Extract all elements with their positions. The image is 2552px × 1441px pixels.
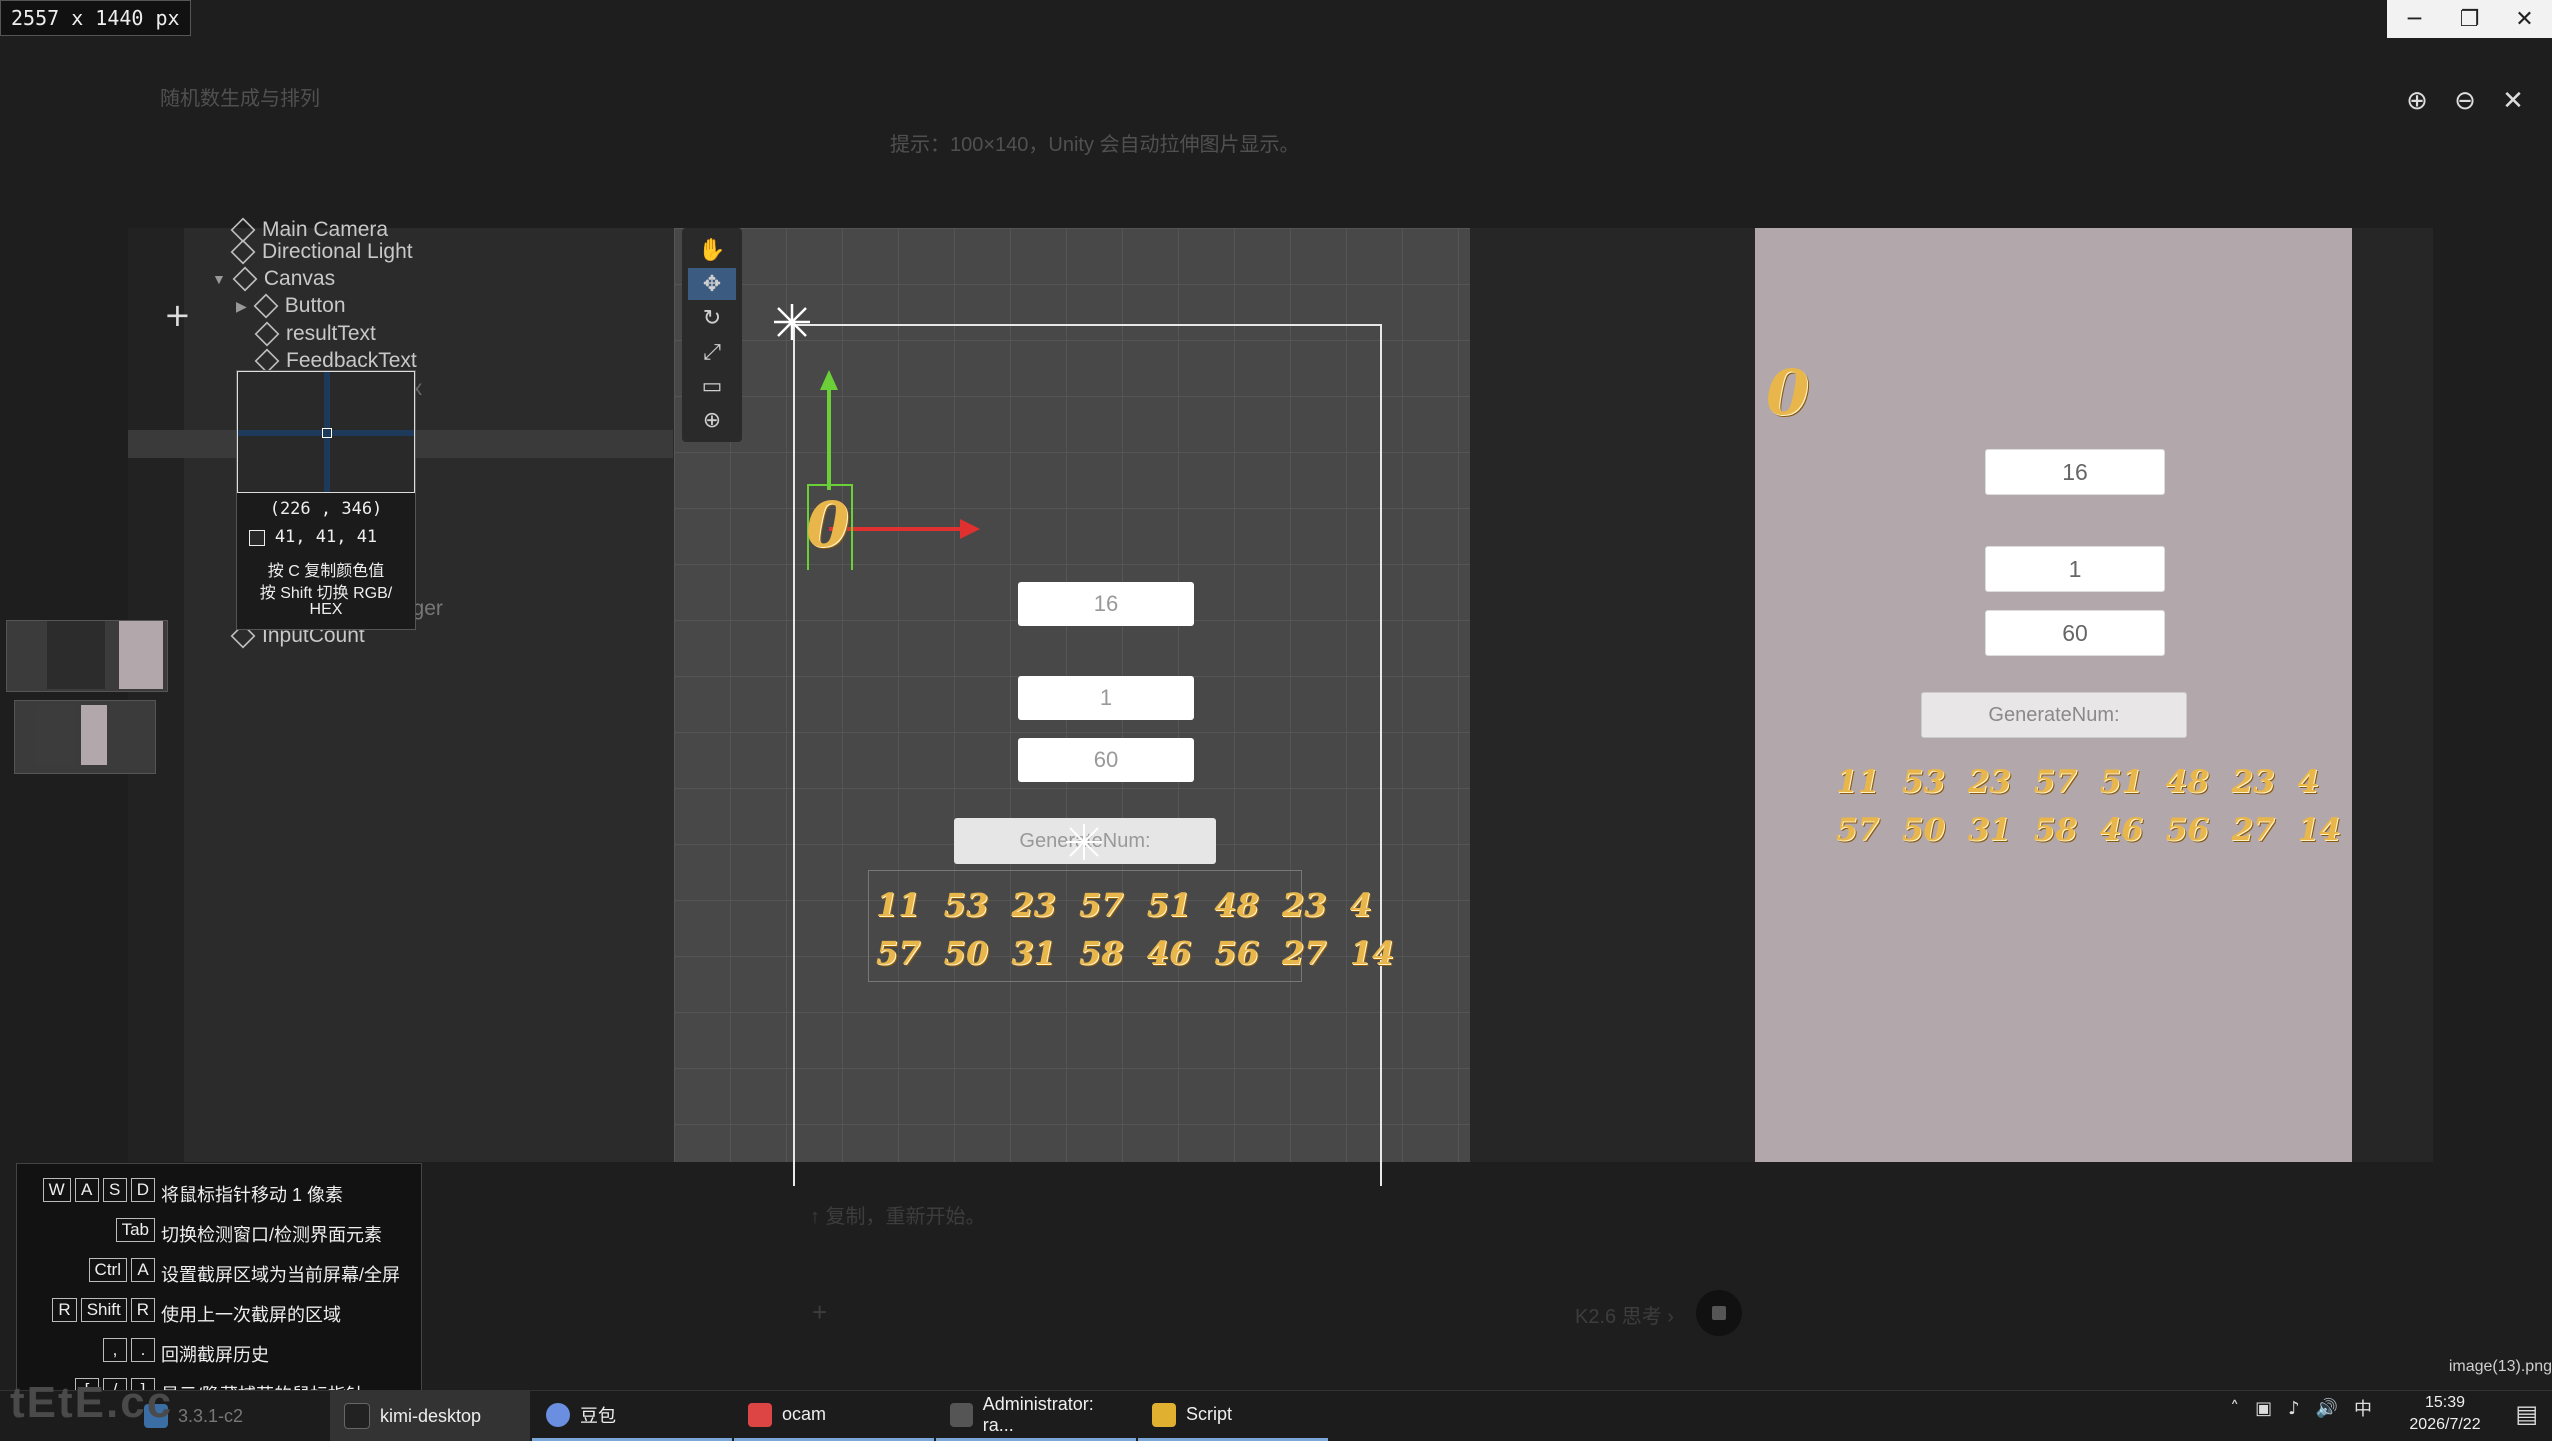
viewer-title: 随机数生成与排列 [160,88,320,110]
crosshair-cursor-icon: + [164,296,191,334]
viewer-subtitle: 提示：100×140，Unity 会自动拉伸图片显示。 [890,134,1300,156]
taskbar-item[interactable]: kimi-desktop [330,1391,530,1441]
zoom-in-icon[interactable]: ⊕ [2400,84,2434,118]
scene-input-field[interactable]: 1 [1018,676,1194,720]
collapse-arrow-icon[interactable]: ▶ [236,298,247,315]
hierarchy-item[interactable]: ▶ Button [236,293,346,319]
faded-chat-text: ↑ 复制，重新开始。 [810,1206,986,1228]
image-filename: image(13).png [2448,1358,2552,1375]
history-thumbnail[interactable] [14,700,156,774]
magnifier-hint-copy: 按 C 复制颜色值 [267,563,385,580]
microphone-icon[interactable]: ♪ [2288,1398,2300,1419]
magnifier-coordinates: (226 , 346) [269,499,383,519]
shortcut-row: ,. 回溯截屏历史 [17,1336,421,1366]
input-method-icon[interactable]: 中 [2354,1395,2372,1421]
taskbar-item[interactable]: Script [1138,1391,1328,1441]
game-input-field[interactable]: 16 [1985,449,2165,495]
transform-tool-icon[interactable]: ⊕ [688,404,736,436]
button-anchor-icon [1066,824,1102,860]
tray-app-icon[interactable]: ▣ [2255,1398,2272,1419]
expand-arrow-icon[interactable]: ▼ [212,271,226,287]
move-tool-icon[interactable]: ✥ [688,268,736,300]
rect-tool-icon[interactable]: ▭ [688,370,736,402]
hierarchy-item[interactable]: Main Camera [230,217,388,243]
taskbar-item[interactable]: Administrator: ra... [936,1391,1136,1441]
anchor-gizmo-icon[interactable] [770,300,814,344]
scene-toolbar: ✋ ✥ ↻ ⤢ ▭ ⊕ [682,228,742,442]
add-icon[interactable]: + [812,1297,827,1328]
hierarchy-panel [128,228,729,1162]
taskbar-clock[interactable]: 15:39 2026/7/22 [2390,1392,2500,1436]
game-result-row: 11 53 23 57 51 48 23 4 [1836,764,2320,800]
hierarchy-item[interactable]: ▼ Canvas [212,266,335,292]
gameobject-icon [254,321,280,347]
zoom-out-icon[interactable]: ⊖ [2448,84,2482,118]
magnifier-hint-switch: 按 Shift 切换 RGB/ [259,585,393,602]
scene-input-field[interactable]: 60 [1018,738,1194,782]
hierarchy-item[interactable]: Directional Light [230,239,413,265]
magnifier-view [237,371,415,493]
notification-icon[interactable]: ▤ [2515,1400,2538,1428]
window-controls: ─ ❐ ✕ [2387,0,2552,38]
magnifier-hint-hex: HEX [309,601,343,618]
rotate-tool-icon[interactable]: ↻ [688,302,736,334]
history-thumbnail[interactable] [6,620,168,692]
viewer-close-icon[interactable]: ✕ [2496,84,2530,118]
game-generate-button[interactable]: GenerateNum: [1921,692,2187,738]
color-picker-magnifier: (226 , 346) 41, 41, 41 按 C 复制颜色值 按 Shift… [236,370,416,630]
gameobject-icon [253,293,279,319]
model-selector[interactable]: K2.6 思考 › [1575,1300,1674,1329]
shortcut-help-panel: WASD 将鼠标指针移动 1 像素 Tab 切换检测窗口/检测界面元素 Ctrl… [16,1163,422,1405]
screen-size-badge: 2557 x 1440 px [0,0,191,36]
digit-display: 0 [806,488,850,561]
taskbar-item[interactable]: ocam [734,1391,934,1441]
game-input-field[interactable]: 1 [1985,546,2165,592]
game-result-row: 57 50 31 58 46 56 27 14 [1836,812,2341,848]
hand-tool-icon[interactable]: ✋ [688,234,736,266]
shortcut-row: Tab 切换检测窗口/检测界面元素 [17,1216,421,1246]
watermark-logo: tEtE.cc [10,1378,174,1427]
scene-result-row: 11 53 23 57 51 48 23 4 [876,886,1372,924]
scale-tool-icon[interactable]: ⤢ [688,336,736,368]
stop-button[interactable] [1696,1290,1742,1336]
gameobject-icon [230,239,256,265]
restore-icon[interactable]: ❐ [2442,0,2497,38]
taskbar-item[interactable]: 豆包 [532,1391,732,1441]
hierarchy-item[interactable]: resultText [254,321,376,347]
tray-expand-icon[interactable]: ˄ [2230,1398,2239,1419]
shortcut-row: R Shift R 使用上一次截屏的区域 [17,1296,421,1326]
game-input-field[interactable]: 60 [1985,610,2165,656]
gameobject-icon [232,266,258,292]
magnifier-rgb-value: 41, 41, 41 [274,527,378,547]
shortcut-row: WASD 将鼠标指针移动 1 像素 [17,1176,421,1206]
close-icon[interactable]: ✕ [2497,0,2552,38]
game-digit-display: 0 [1766,356,1810,429]
taskbar: 3.3.1-c2 kimi-desktop 豆包 ocam Administra… [0,1390,2552,1441]
volume-icon[interactable]: 🔊 [2316,1398,2338,1419]
minimize-icon[interactable]: ─ [2387,0,2442,38]
shortcut-row: Ctrl A 设置截屏区域为当前屏幕/全屏 [17,1256,421,1286]
scene-input-field[interactable]: 16 [1018,582,1194,626]
system-tray: ˄ ▣ ♪ 🔊 中 [2230,1395,2372,1421]
scene-result-row: 57 50 31 58 46 56 27 14 [876,934,1395,972]
